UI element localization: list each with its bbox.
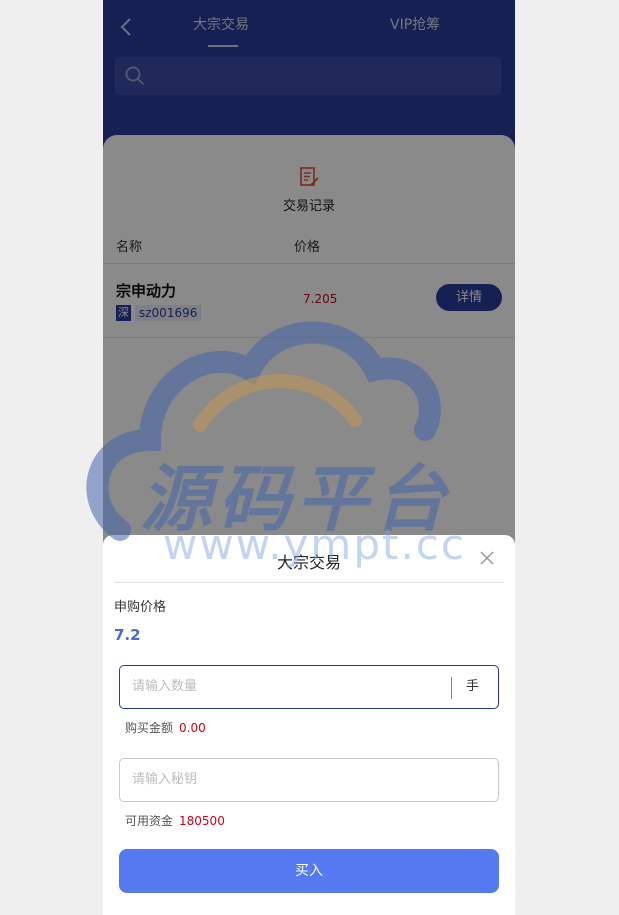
quantity-unit: 手 xyxy=(466,679,480,694)
subscription-price-value: 7.2 xyxy=(114,626,141,644)
bulk-trade-modal: 大宗交易 申购价格 7.2 请输入数量 手 购买金额 0.00 请输入秘钥 可用资… xyxy=(103,535,515,915)
divider xyxy=(451,677,452,699)
divider xyxy=(114,582,504,583)
buy-button[interactable]: 买入 xyxy=(119,849,499,893)
secret-key-input[interactable]: 请输入秘钥 xyxy=(132,759,482,801)
phone-screen: 大宗交易 VIP抢筹 交易记录 名称 价格 宗申动力 深 sz001696 7.… xyxy=(103,0,515,915)
quantity-field[interactable]: 请输入数量 手 xyxy=(119,665,499,709)
purchase-amount-row: 购买金额 0.00 xyxy=(125,719,206,736)
modal-title: 大宗交易 xyxy=(276,553,341,572)
close-button[interactable] xyxy=(477,548,497,568)
secret-key-field[interactable]: 请输入秘钥 xyxy=(119,758,499,802)
quantity-input[interactable]: 请输入数量 xyxy=(132,666,442,708)
close-icon xyxy=(480,551,494,565)
subscription-price-label: 申购价格 xyxy=(114,600,167,615)
purchase-amount-label: 购买金额 xyxy=(125,721,174,735)
purchase-amount-value: 0.00 xyxy=(179,721,206,735)
available-funds-label: 可用资金 xyxy=(125,814,174,828)
available-funds-row: 可用资金 180500 xyxy=(125,812,225,829)
available-funds-value: 180500 xyxy=(179,814,225,828)
